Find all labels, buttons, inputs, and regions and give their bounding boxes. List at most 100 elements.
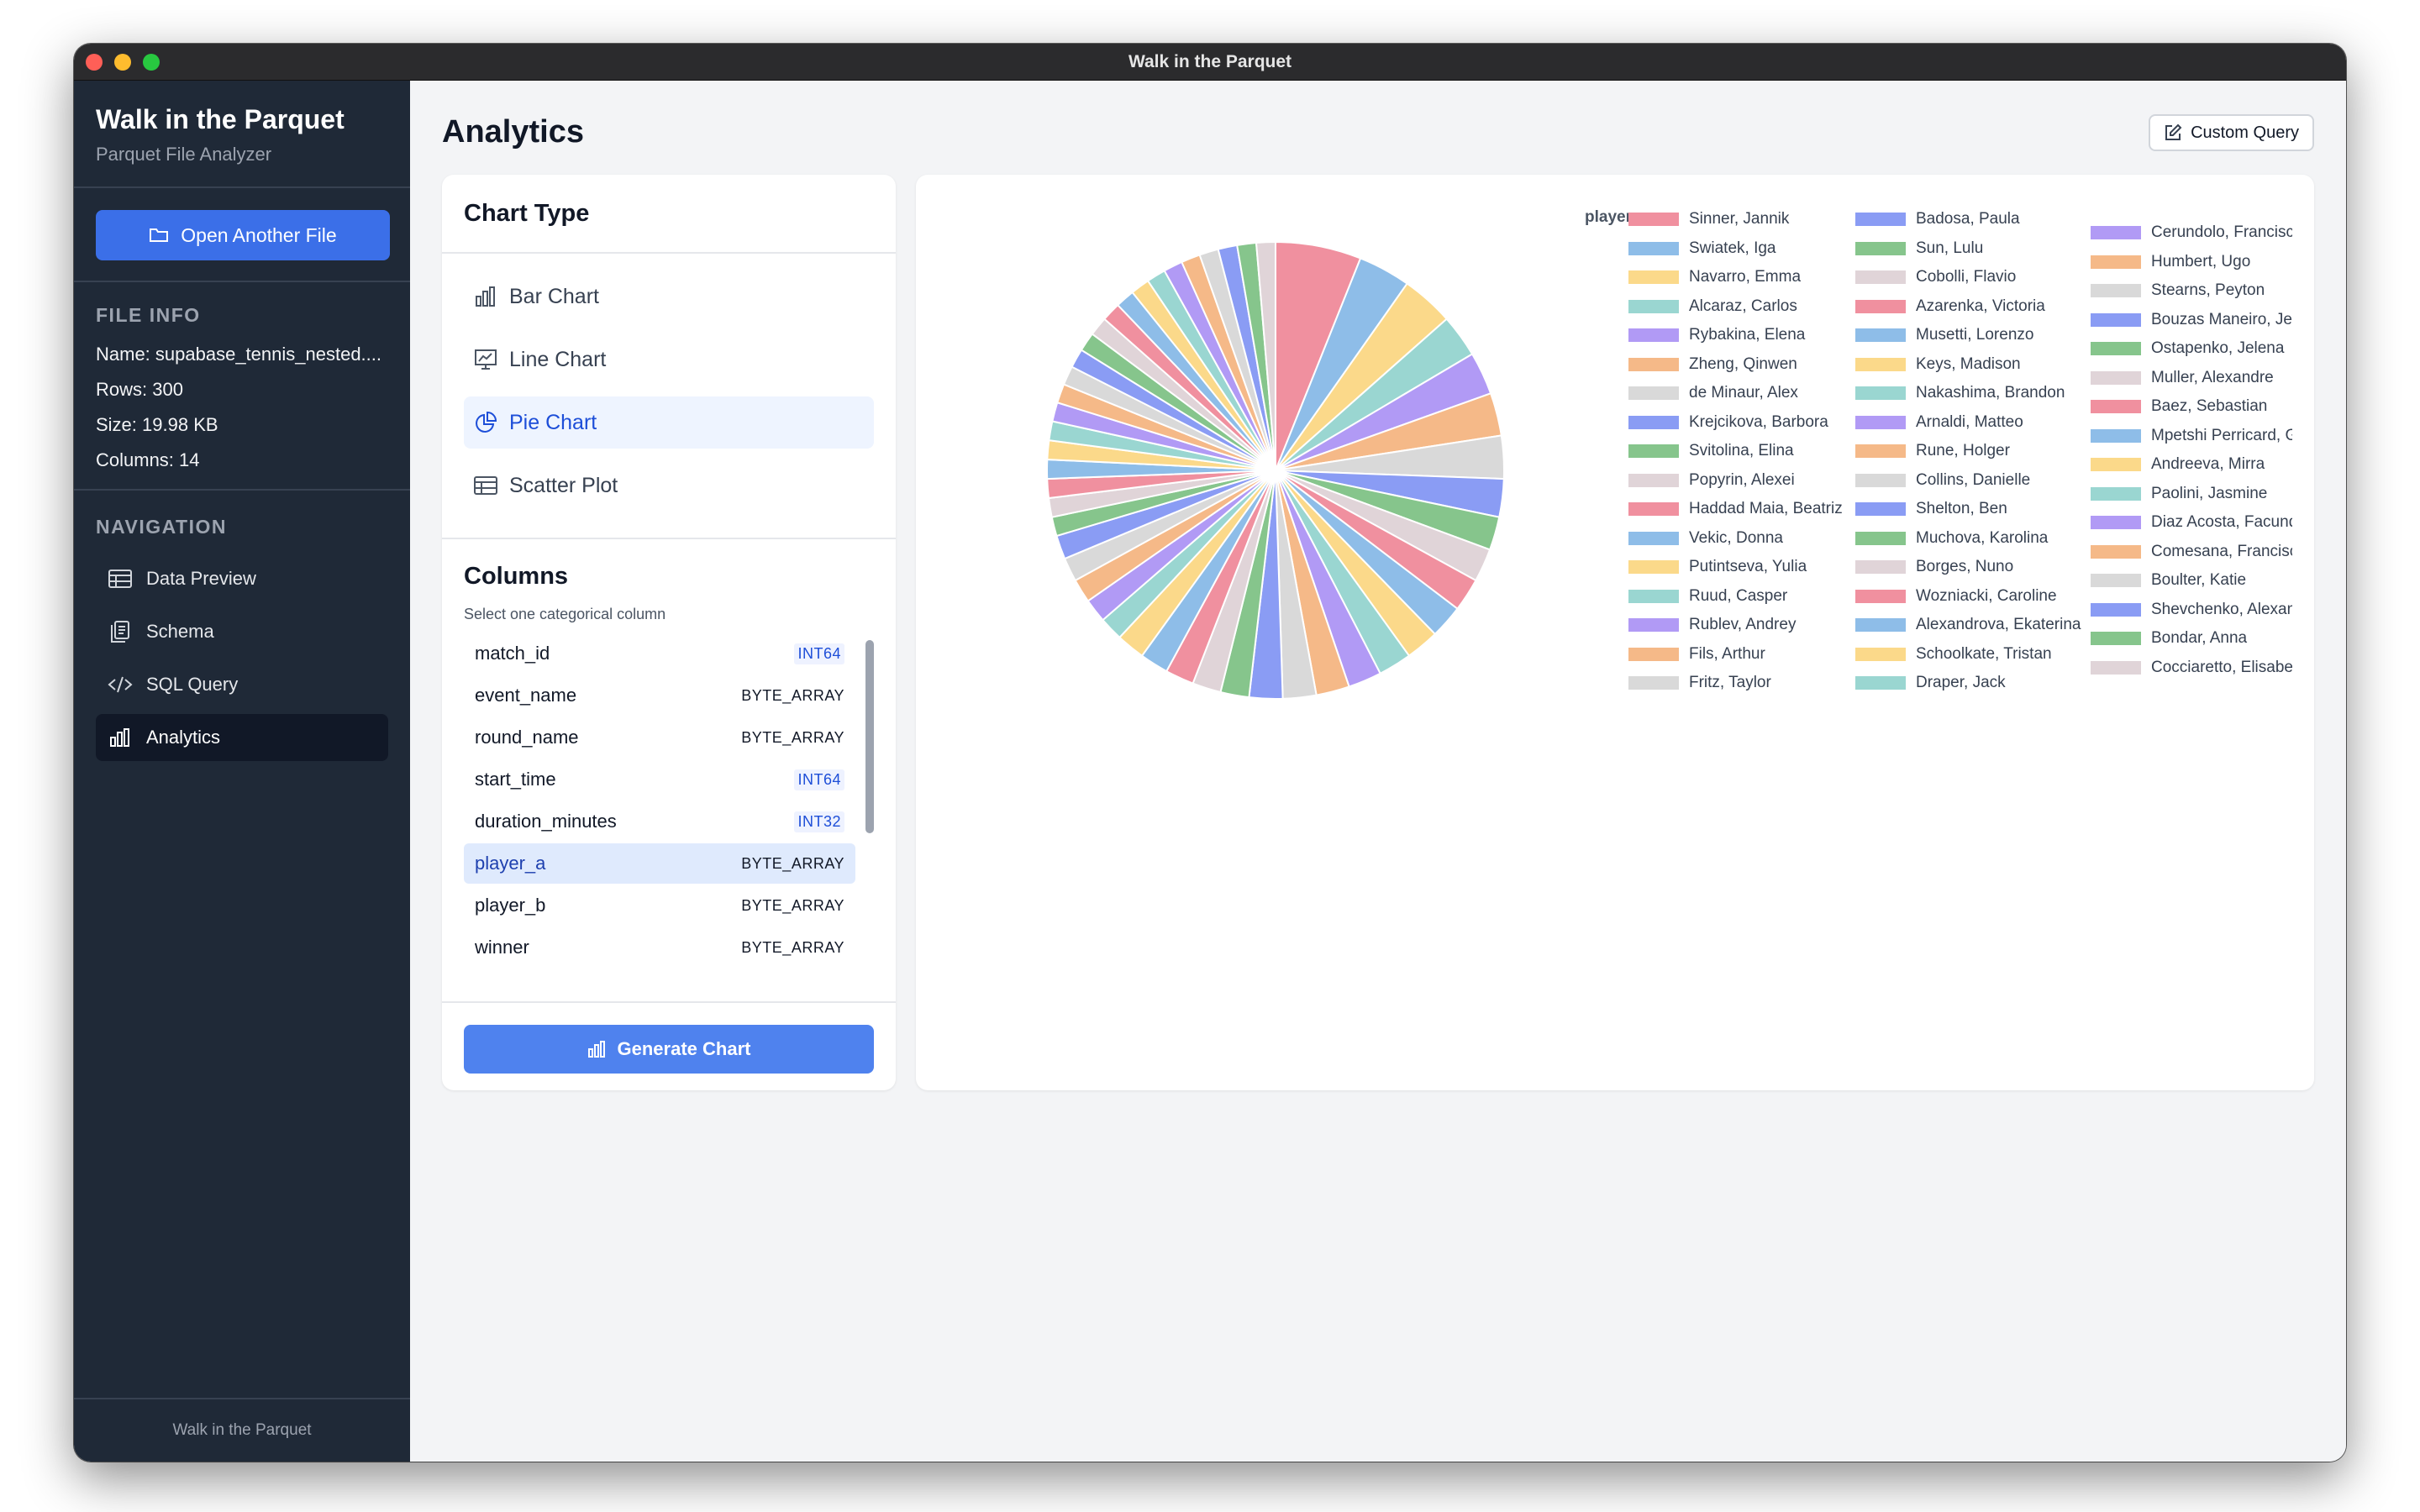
legend-item[interactable]: Collins, Danielle [1855,466,2082,496]
generate-chart-button[interactable]: Generate Chart [464,1025,874,1074]
legend-item[interactable]: Sinner, Jannik [1628,205,1847,234]
legend-label: Fils, Arthur [1689,644,1765,663]
nav-item-sql-query[interactable]: SQL Query [96,661,388,708]
legend-item[interactable]: Vekic, Donna [1628,524,1847,554]
legend-label: Zheng, Qinwen [1689,354,1797,373]
legend-item[interactable]: Borges, Nuno [1855,553,2082,582]
legend-swatch [1855,647,1906,661]
legend-item[interactable]: Krejcikova, Barbora [1628,408,1847,438]
legend-item[interactable]: Popyrin, Alexei [1628,466,1847,496]
legend-swatch [1855,676,1906,690]
legend-item[interactable]: Muller, Alexandre [2091,364,2292,393]
legend-item[interactable]: de Minaur, Alex [1628,379,1847,408]
legend-swatch [1628,299,1679,313]
legend-item[interactable]: Fils, Arthur [1628,640,1847,669]
legend-item[interactable]: Musetti, Lorenzo [1855,321,2082,350]
legend-item[interactable]: Azarenka, Victoria [1855,292,2082,322]
column-row[interactable]: duration_minutes INT32 [464,801,855,842]
legend-swatch [1628,618,1679,633]
column-type: BYTE_ARRAY [741,896,844,914]
legend-label: de Minaur, Alex [1689,384,1798,402]
legend-item[interactable]: Paolini, Jasmine [2091,480,2292,509]
legend-item[interactable]: Boulter, Katie [2091,566,2292,596]
column-row[interactable]: start_time INT64 [464,759,855,800]
column-row[interactable]: event_name BYTE_ARRAY [464,675,855,716]
legend-item[interactable]: Shelton, Ben [1855,495,2082,524]
column-name: start_time [475,769,556,790]
columns-heading: Columns [464,563,569,590]
generate-section: Generate Chart [442,1003,896,1090]
open-another-file-button[interactable]: Open Another File [96,210,390,260]
column-row[interactable]: player_b BYTE_ARRAY [464,885,855,926]
legend-item[interactable]: Andreeva, Mirra [2091,450,2292,480]
legend-item[interactable]: Badosa, Paula [1855,205,2082,234]
legend-item[interactable]: Rybakina, Elena [1628,321,1847,350]
legend-item[interactable]: Navarro, Emma [1628,263,1847,292]
legend-item[interactable]: Diaz Acosta, Facundo [2091,508,2292,538]
legend-swatch [2091,458,2141,472]
scrollbar-thumb[interactable] [865,640,874,833]
column-row[interactable]: winner BYTE_ARRAY [464,927,855,968]
legend-swatch [2091,574,2141,588]
column-list[interactable]: match_id INT64 event_name BYTE_ARRAY rou… [464,633,855,969]
legend-item[interactable]: Arnaldi, Matteo [1855,408,2082,438]
legend-item[interactable]: Muchova, Karolina [1855,524,2082,554]
table-icon [474,476,497,495]
nav-item-schema[interactable]: Schema [96,608,388,655]
column-type: INT64 [794,769,844,790]
nav-item-data-preview[interactable]: Data Preview [96,555,388,602]
legend-item[interactable]: Shevchenko, Alexander [2091,596,2292,625]
legend-item[interactable]: Ostapenko, Jelena [2091,334,2292,364]
legend-item[interactable]: Ruud, Casper [1628,582,1847,612]
chart-type-pie[interactable]: Pie Chart [464,396,874,449]
legend-item[interactable]: Cerundolo, Francisco [2091,218,2292,248]
legend-item[interactable]: Baez, Sebastian [2091,392,2292,422]
chart-type-bar[interactable]: Bar Chart [464,270,874,323]
legend-item[interactable]: Putintseva, Yulia [1628,553,1847,582]
legend-item[interactable]: Bouzas Maneiro, Jessica [2091,306,2292,335]
legend-item[interactable]: Cocciaretto, Elisabetta [2091,654,2292,683]
column-row[interactable]: round_name BYTE_ARRAY [464,717,855,758]
legend-item[interactable]: Rublev, Andrey [1628,611,1847,640]
file-name: Name: supabase_tennis_nested.... [96,344,382,365]
close-window-button[interactable] [86,54,103,71]
column-list-scrollbar[interactable] [865,640,874,976]
chart-type-label: Pie Chart [509,410,597,434]
chart-type-scatter[interactable]: Scatter Plot [464,459,874,512]
legend-item[interactable]: Nakashima, Brandon [1855,379,2082,408]
legend-item[interactable]: Svitolina, Elina [1628,437,1847,466]
legend-label: Svitolina, Elina [1689,442,1794,460]
legend-swatch [1628,241,1679,255]
legend-item[interactable]: Wozniacki, Caroline [1855,582,2082,612]
minimize-window-button[interactable] [114,54,131,71]
column-row[interactable]: match_id INT64 [464,633,855,674]
app-subtitle: Parquet File Analyzer [96,144,272,165]
legend-column: Cerundolo, Francisco Humbert, Ugo Stearns,… [2091,218,2292,682]
column-row-selected[interactable]: player_a BYTE_ARRAY [464,843,855,884]
legend-item[interactable]: Keys, Madison [1855,350,2082,380]
legend-item[interactable]: Stearns, Peyton [2091,276,2292,306]
custom-query-button[interactable]: Custom Query [2149,114,2314,151]
chart-type-line[interactable]: Line Chart [464,333,874,386]
open-another-file-label: Open Another File [181,223,337,246]
legend-item[interactable]: Fritz, Taylor [1628,669,1847,698]
legend-item[interactable]: Schoolkate, Tristan [1855,640,2082,669]
legend-item[interactable]: Zheng, Qinwen [1628,350,1847,380]
legend-item[interactable]: Alcaraz, Carlos [1628,292,1847,322]
legend-item[interactable]: Alexandrova, Ekaterina [1855,611,2082,640]
legend-item[interactable]: Cobolli, Flavio [1855,263,2082,292]
legend-item[interactable]: Swiatek, Iga [1628,234,1847,264]
legend-item[interactable]: Bondar, Anna [2091,624,2292,654]
legend-item[interactable]: Rune, Holger [1855,437,2082,466]
legend-item[interactable]: Comesana, Francisco [2091,538,2292,567]
zoom-window-button[interactable] [143,54,160,71]
nav-item-analytics[interactable]: Analytics [96,714,388,761]
bar-chart-icon [587,1041,605,1058]
legend-item[interactable]: Haddad Maia, Beatriz [1628,495,1847,524]
legend-item[interactable]: Draper, Jack [1855,669,2082,698]
legend-item[interactable]: Mpetshi Perricard, Giovanni [2091,422,2292,451]
legend-item[interactable]: Humbert, Ugo [2091,248,2292,277]
legend-item[interactable]: Sun, Lulu [1855,234,2082,264]
column-name: winner [475,937,529,958]
folder-icon [150,228,169,242]
